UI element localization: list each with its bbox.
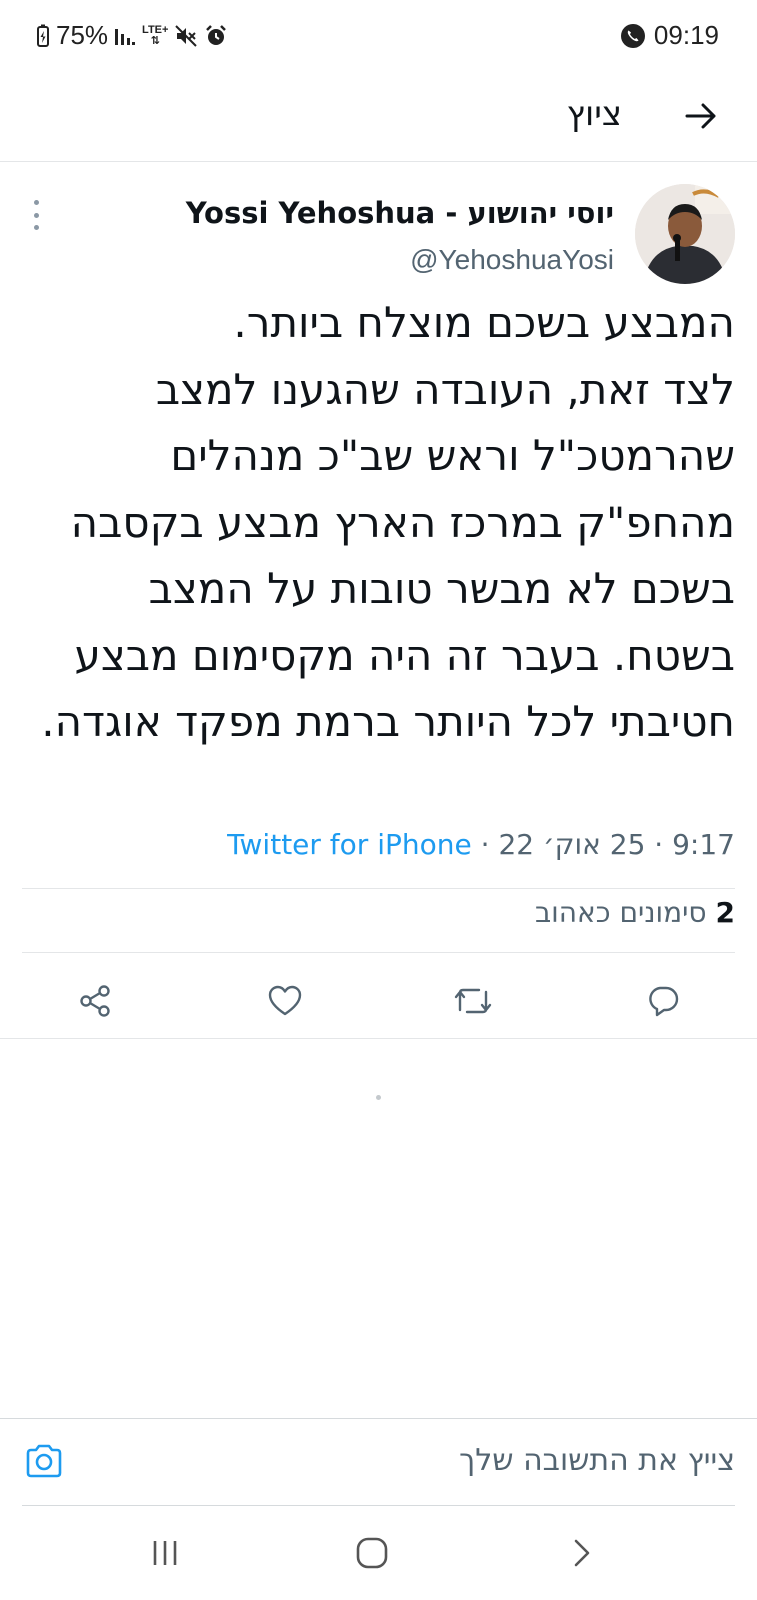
share-button[interactable] [72, 978, 118, 1024]
chevron-right-icon [574, 1539, 590, 1567]
tweet-source-link[interactable]: Twitter for iPhone [227, 828, 472, 861]
status-bar: 75% LTE+ ⇅ 09:19 [0, 0, 757, 72]
divider [22, 952, 735, 953]
divider [0, 1038, 757, 1039]
dot [33, 225, 39, 230]
like-icon [268, 985, 302, 1016]
dot [33, 200, 39, 205]
tweet-time: 9:17 [672, 828, 735, 861]
recent-apps-icon [153, 1541, 177, 1565]
likes-count-link[interactable]: 2 סימונים כאהוב [535, 896, 735, 929]
reply-composer [0, 1418, 757, 1506]
separator: · [471, 828, 490, 861]
likes-label: סימונים כאהוב [534, 896, 707, 929]
reply-button[interactable] [640, 978, 686, 1024]
network-type: LTE+ ⇅ [142, 23, 169, 47]
separator: · [645, 828, 664, 861]
more-options-icon[interactable] [26, 200, 46, 230]
alarm-icon [204, 24, 228, 48]
avatar[interactable] [635, 184, 735, 284]
battery-percent: 75% [56, 20, 109, 50]
tweet-text: המבצע בשכם מוצלח ביותר. לצד זאת, העובדה … [41, 298, 735, 746]
likes-count: 2 [715, 896, 735, 929]
top-app-bar: ציוץ [0, 72, 757, 162]
status-left: 75% LTE+ ⇅ [36, 20, 228, 51]
author-name[interactable]: יוסי יהושוע - Yossi Yehoshua [186, 196, 614, 230]
tweet-date: 25 אוק׳ 22 [498, 828, 646, 861]
page-title: ציוץ [566, 94, 622, 134]
back-button[interactable] [675, 90, 727, 142]
arrow-right-icon [685, 103, 716, 129]
data-arrows-icon: ⇅ [150, 34, 160, 47]
network-label: LTE+ [142, 23, 169, 36]
dot [33, 212, 39, 218]
retweet-button[interactable] [450, 978, 496, 1024]
nav-back-button[interactable] [556, 1528, 606, 1578]
mute-icon [174, 24, 198, 48]
clock: 09:19 [653, 20, 719, 50]
divider [22, 888, 735, 889]
call-icon [620, 23, 646, 49]
like-button[interactable] [262, 978, 308, 1024]
tweet-meta: 9:17 · 25 אוק׳ 22 · Twitter for iPhone [227, 828, 735, 861]
author-handle[interactable]: @YehoshuaYosi [410, 244, 614, 276]
battery-icon [36, 24, 50, 48]
loading-indicator [376, 1095, 381, 1100]
status-right: 09:19 [620, 20, 719, 51]
recent-apps-button[interactable] [140, 1528, 190, 1578]
reply-icon [649, 986, 679, 1017]
system-nav-bar [0, 1506, 757, 1600]
tweet-actions [0, 970, 757, 1032]
avatar-image [635, 184, 735, 284]
reply-input[interactable] [135, 1443, 735, 1478]
signal-icon [114, 25, 136, 47]
share-icon [80, 985, 110, 1017]
camera-icon [26, 1444, 62, 1478]
home-button[interactable] [347, 1528, 397, 1578]
home-icon [356, 1537, 388, 1569]
camera-button[interactable] [22, 1439, 66, 1483]
retweet-icon [454, 988, 492, 1014]
